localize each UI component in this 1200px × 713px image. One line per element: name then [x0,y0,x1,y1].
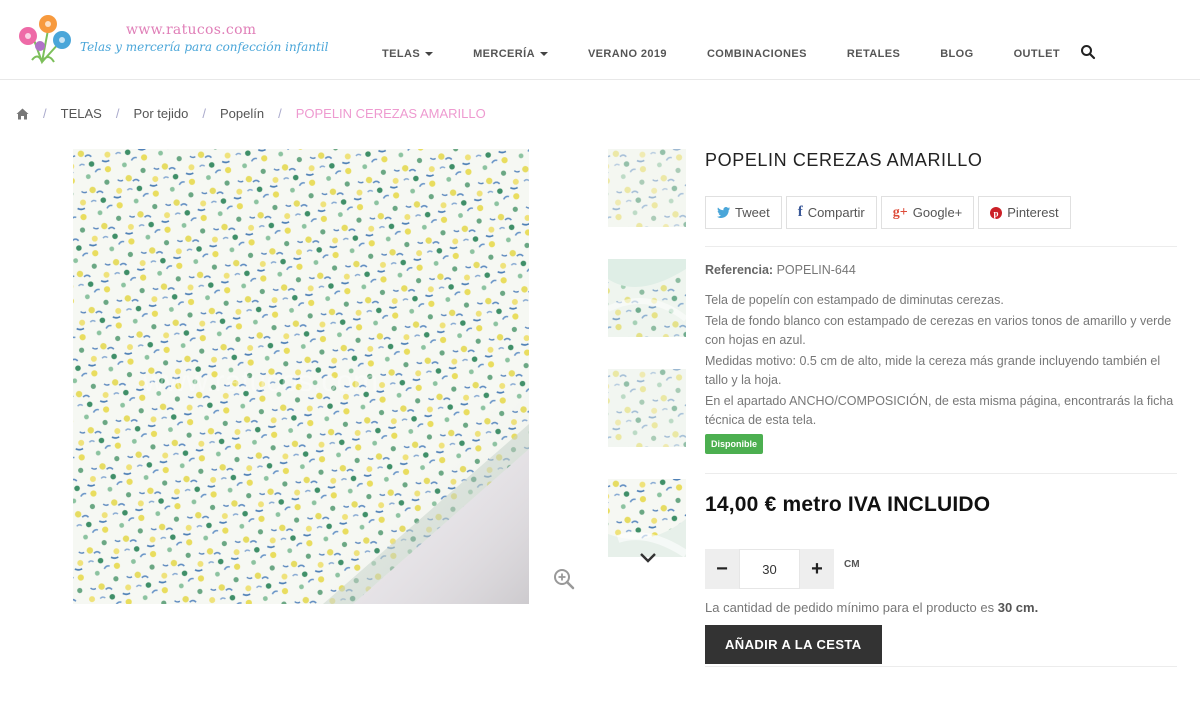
product-reference: Referencia: POPELIN-644 [705,263,1177,277]
plus-icon: + [811,557,823,580]
caret-down-icon [539,52,548,56]
description-line: En el apartado ANCHO/COMPOSICIÓN, de est… [705,394,1174,427]
home-icon[interactable] [16,108,29,120]
thumbnail-2[interactable] [608,259,686,337]
quantity-unit: CM [844,559,860,570]
thumbnail-1[interactable] [608,149,686,227]
facebook-label: Compartir [807,205,865,220]
add-to-cart-button[interactable]: AÑADIR A LA CESTA [705,625,882,664]
nav-item-retales[interactable]: RETALES [827,48,920,60]
breadcrumb-por-tejido[interactable]: Por tejido [133,106,188,121]
minimum-order-note: La cantidad de pedido mínimo para el pro… [705,600,1177,615]
min-note-text: La cantidad de pedido mínimo para el pro… [705,600,995,615]
minus-icon: − [716,557,728,580]
breadcrumb-separator: / [202,106,206,121]
breadcrumb-telas[interactable]: TELAS [61,106,102,121]
divider [705,473,1177,474]
nav-item-outlet[interactable]: OUTLET [994,48,1074,60]
flowers-logo-icon [19,15,71,65]
product-title: POPELIN CEREZAS AMARILLO [705,150,983,170]
tweet-button[interactable]: Tweet [705,196,782,229]
product-info: POPELIN CEREZAS AMARILLO Tweet f Compart… [705,150,1177,667]
reference-label: Referencia: [705,263,774,277]
svg-text:p: p [994,208,999,218]
site-tagline: Telas y mercería para confección infanti… [80,40,329,54]
nav-label: MERCERÍA [473,48,535,60]
pinterest-icon: p [990,206,1003,219]
caret-down-icon [425,52,434,56]
increase-quantity-button[interactable]: + [800,549,834,589]
facebook-share-button[interactable]: f Compartir [785,196,877,229]
google-plus-label: Google+ [912,205,963,220]
quantity-input[interactable] [739,549,800,589]
pinterest-button[interactable]: p Pinterest [978,196,1071,229]
decrease-quantity-button[interactable]: − [705,549,739,589]
quantity-stepper: − + CM [705,549,1177,589]
facebook-icon: f [797,204,803,220]
thumbnail-4[interactable] [608,479,686,557]
site-header: www.ratucos.com Telas y mercería para co… [0,0,1200,80]
thumbnail-gallery [608,149,686,589]
nav-item-merceria[interactable]: MERCERÍA [453,48,568,60]
reference-value: POPELIN-644 [776,263,856,277]
twitter-icon [717,207,730,218]
breadcrumb-current: POPELIN CEREZAS AMARILLO [295,106,486,121]
nav-label: COMBINACIONES [706,48,807,60]
divider [705,666,1177,667]
image-watermark: www.ratucos.com [142,365,378,398]
search-button[interactable] [1078,44,1098,64]
breadcrumb-popelin[interactable]: Popelín [220,106,264,121]
nav-item-combinaciones[interactable]: COMBINACIONES [687,48,827,60]
pinterest-label: Pinterest [1007,205,1059,220]
product-price: 14,00 € metro IVA INCLUIDO [705,493,991,516]
description-line: Medidas motivo: 0.5 cm de alto, mide la … [705,354,1161,387]
chevron-down-icon[interactable] [638,550,658,564]
google-plus-button[interactable]: g+ Google+ [880,196,975,229]
breadcrumb-separator: / [278,106,282,121]
breadcrumb-separator: / [115,106,120,121]
product-main-image[interactable]: www.ratucos.com [73,149,529,604]
availability-badge: Disponible [705,434,764,454]
nav-label: TELAS [382,48,421,60]
nav-item-blog[interactable]: BLOG [920,48,993,60]
zoom-in-icon[interactable] [553,568,575,590]
product-description: Tela de popelín con estampado de diminut… [705,291,1177,430]
site-logo[interactable]: www.ratucos.com Telas y mercería para co… [14,12,329,66]
nav-label: VERANO 2019 [587,48,667,60]
nav-item-telas[interactable]: TELAS [362,48,453,60]
thumbnail-3[interactable] [608,369,686,447]
share-buttons: Tweet f Compartir g+ Google+ p Pinterest [705,196,1177,229]
site-url: www.ratucos.com [126,22,257,38]
fabric-pattern-image: www.ratucos.com [73,149,529,604]
search-icon [1081,45,1096,60]
nav-label: OUTLET [1013,48,1060,60]
breadcrumb-separator: / [43,106,47,121]
min-note-value: 30 cm. [997,600,1039,615]
google-plus-icon: g+ [892,204,908,220]
tweet-label: Tweet [735,205,770,220]
nav-item-verano-2019[interactable]: VERANO 2019 [568,48,687,60]
description-line: Tela de fondo blanco con estampado de ce… [705,314,1172,347]
breadcrumb: / TELAS / Por tejido / Popelín / POPELIN… [16,106,486,121]
divider [705,246,1177,247]
nav-label: RETALES [846,48,901,60]
main-nav: TELAS MERCERÍA VERANO 2019 COMBINACIONES… [362,44,1098,64]
description-line: Tela de popelín con estampado de diminut… [705,293,1004,307]
nav-label: BLOG [940,48,974,60]
